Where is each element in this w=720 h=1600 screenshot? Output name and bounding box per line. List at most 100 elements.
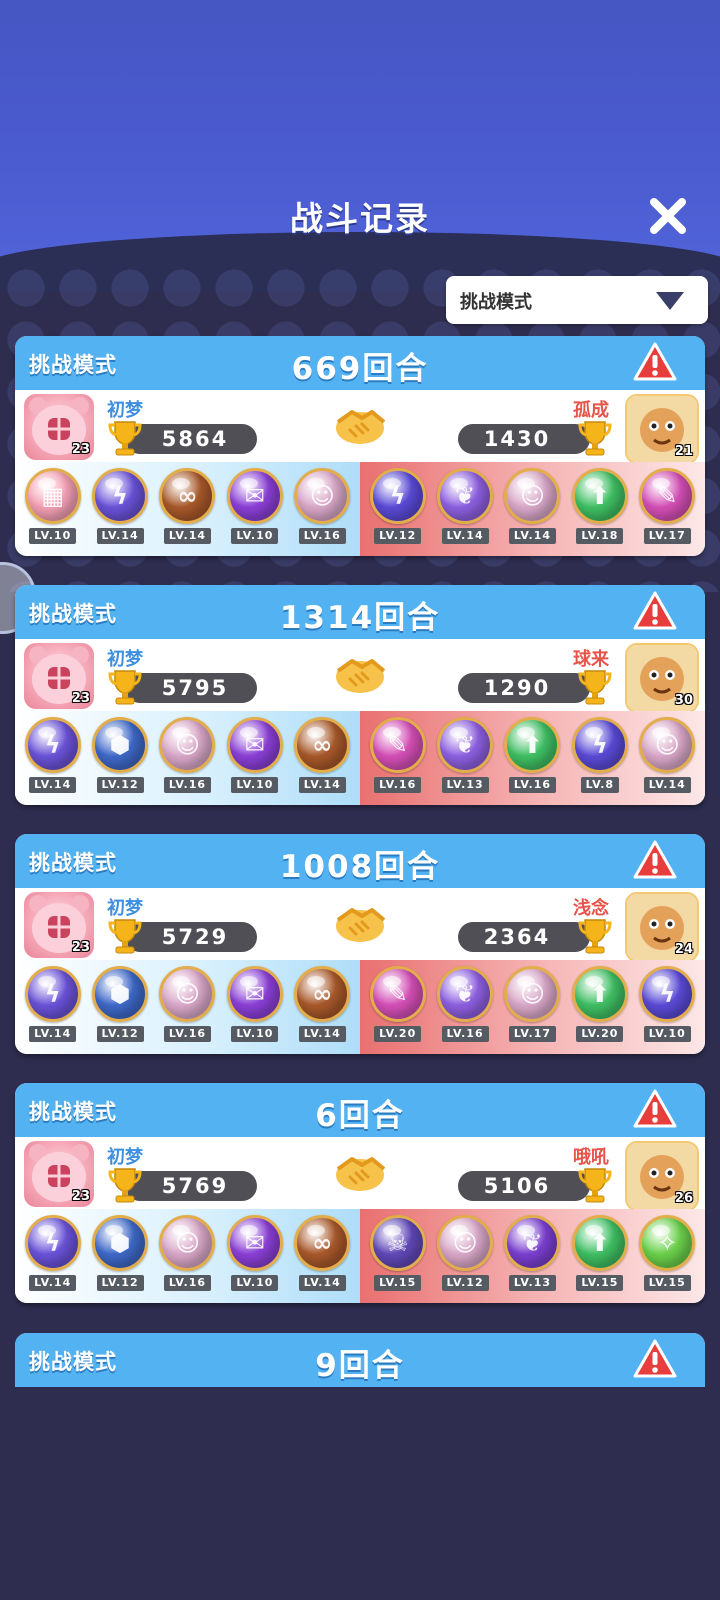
opponent-pet-slot[interactable]: ϟ LV.8 xyxy=(569,711,631,793)
my-pet-slot[interactable]: ☺ LV.16 xyxy=(156,1209,218,1291)
opponent-pet-slot[interactable]: ✎ LV.16 xyxy=(367,711,429,793)
opponent-pet-slot[interactable]: ✎ LV.17 xyxy=(636,462,698,544)
mode-filter-dropdown[interactable]: 挑战模式 xyxy=(446,276,708,324)
my-pet-slot[interactable]: ☺ LV.16 xyxy=(156,711,218,793)
my-pet-slot[interactable]: ✉ LV.10 xyxy=(224,1209,286,1291)
my-pet-slot[interactable]: ⬢ LV.12 xyxy=(89,960,151,1042)
my-avatar[interactable]: 23 xyxy=(24,643,94,709)
my-avatar[interactable]: 23 xyxy=(24,1141,94,1207)
filter-selected-value: 挑战模式 xyxy=(460,292,532,313)
opponent-avatar[interactable]: 30 xyxy=(625,643,699,713)
pet-orb-icon: ☺ xyxy=(437,1215,494,1271)
opponent-pet-slot[interactable]: ✎ LV.20 xyxy=(367,960,429,1042)
pet-orb-icon: ⬢ xyxy=(92,966,149,1022)
pet-orb-icon: ✉ xyxy=(226,717,283,773)
handshake-icon xyxy=(336,410,386,444)
opponent-trophy-score: 1290 xyxy=(458,673,590,703)
report-warning-icon[interactable] xyxy=(633,1339,677,1379)
my-pet-slot[interactable]: ∞ LV.14 xyxy=(291,960,353,1042)
pet-orb-icon: ϟ xyxy=(369,468,426,524)
teams-row: ▦ LV.10 ϟ LV.14 ∞ LV.14 ✉ LV.10 ☺ LV.16 ϟ LV.12 ❦ LV… xyxy=(15,462,705,556)
my-pet-slot[interactable]: ✉ LV.10 xyxy=(224,462,286,544)
battle-record-card[interactable]: 挑战模式 9回合 xyxy=(15,1333,705,1387)
opponent-team: ✎ LV.20 ❦ LV.16 ☺ LV.17 ⬆ LV.20 ϟ LV.10 xyxy=(360,960,705,1054)
handshake-icon xyxy=(336,1157,386,1191)
pet-orb-icon: ☺ xyxy=(294,468,351,524)
my-pet-slot[interactable]: ⬢ LV.12 xyxy=(89,711,151,793)
my-pet-slot[interactable]: ✉ LV.10 xyxy=(224,960,286,1042)
my-pet-slot[interactable]: ϟ LV.14 xyxy=(22,1209,84,1291)
opponent-avatar[interactable]: 21 xyxy=(625,394,699,464)
opponent-pet-slot[interactable]: ☠ LV.15 xyxy=(367,1209,429,1291)
report-warning-icon[interactable] xyxy=(633,591,677,631)
my-trophy-score: 5864 xyxy=(125,424,257,454)
pet-orb-icon: ✎ xyxy=(369,717,426,773)
pet-orb-icon: ∞ xyxy=(294,1215,351,1271)
orb-shine xyxy=(37,727,56,738)
opponent-pet-slot[interactable]: ϟ LV.12 xyxy=(367,462,429,544)
opponent-pet-slot[interactable]: ❦ LV.14 xyxy=(434,462,496,544)
opponent-avatar[interactable]: 24 xyxy=(625,892,699,962)
opponent-pet-slot[interactable]: ⬆ LV.16 xyxy=(501,711,563,793)
battle-record-card[interactable]: 挑战模式 6回合 23 初梦 5769 哦吼 5106 26 ϟ LV.14 ⬢… xyxy=(15,1083,705,1303)
my-pet-slot[interactable]: ✉ LV.10 xyxy=(224,711,286,793)
opponent-pet-slot[interactable]: ☺ LV.14 xyxy=(636,711,698,793)
my-pet-slot[interactable]: ☺ LV.16 xyxy=(291,462,353,544)
pet-level-label: LV.13 xyxy=(508,1275,556,1291)
battle-record-card[interactable]: 挑战模式 669回合 23 初梦 5864 孤成 1430 21 ▦ LV.10… xyxy=(15,336,705,556)
players-row: 23 初梦 5795 球来 1290 30 xyxy=(15,639,705,713)
opponent-pet-slot[interactable]: ☺ LV.17 xyxy=(501,960,563,1042)
my-avatar[interactable]: 23 xyxy=(24,892,94,958)
my-pet-slot[interactable]: ϟ LV.14 xyxy=(89,462,151,544)
battle-record-card[interactable]: 挑战模式 1314回合 23 初梦 5795 球来 1290 30 ϟ LV.1… xyxy=(15,585,705,805)
report-warning-icon[interactable] xyxy=(633,1089,677,1129)
orb-shine xyxy=(239,1225,258,1236)
pet-level-label: LV.12 xyxy=(374,528,422,544)
pet-level-label: LV.14 xyxy=(298,777,346,793)
report-warning-icon[interactable] xyxy=(633,342,677,382)
pet-orb-icon: ☺ xyxy=(159,966,216,1022)
pet-level-label: LV.17 xyxy=(643,528,691,544)
battle-record-card[interactable]: 挑战模式 1008回合 23 初梦 5729 浅念 2364 24 ϟ LV.1… xyxy=(15,834,705,1054)
opponent-avatar[interactable]: 26 xyxy=(625,1141,699,1211)
orb-shine xyxy=(584,727,603,738)
opponent-pet-slot[interactable]: ☺ LV.14 xyxy=(501,462,563,544)
opponent-pet-slot[interactable]: ⬆ LV.20 xyxy=(569,960,631,1042)
trophy-icon xyxy=(108,421,142,456)
opponent-pet-slot[interactable]: ☺ LV.12 xyxy=(434,1209,496,1291)
pet-level-label: LV.14 xyxy=(643,777,691,793)
my-avatar[interactable]: 23 xyxy=(24,394,94,460)
pet-level-label: LV.14 xyxy=(96,528,144,544)
pet-orb-icon: ⬆ xyxy=(571,1215,628,1271)
teams-row: ϟ LV.14 ⬢ LV.12 ☺ LV.16 ✉ LV.10 ∞ LV.14 ✎ LV.16 ❦ LV… xyxy=(15,711,705,805)
my-pet-slot[interactable]: ϟ LV.14 xyxy=(22,711,84,793)
pet-level-label: LV.15 xyxy=(374,1275,422,1291)
opponent-pet-slot[interactable]: ϟ LV.10 xyxy=(636,960,698,1042)
my-pet-slot[interactable]: ▦ LV.10 xyxy=(22,462,84,544)
opponent-team: ☠ LV.15 ☺ LV.12 ❦ LV.13 ⬆ LV.15 ✧ LV.15 xyxy=(360,1209,705,1303)
pet-level-label: LV.18 xyxy=(576,528,624,544)
pet-level-label: LV.20 xyxy=(374,1026,422,1042)
report-warning-icon[interactable] xyxy=(633,840,677,880)
orb-shine xyxy=(37,976,56,987)
players-row: 23 初梦 5769 哦吼 5106 26 xyxy=(15,1137,705,1211)
close-button[interactable] xyxy=(648,196,688,236)
pet-orb-icon: ☺ xyxy=(504,966,561,1022)
pet-level-label: LV.14 xyxy=(298,1275,346,1291)
my-pet-slot[interactable]: ☺ LV.16 xyxy=(156,960,218,1042)
opponent-pet-slot[interactable]: ❦ LV.16 xyxy=(434,960,496,1042)
my-pet-slot[interactable]: ∞ LV.14 xyxy=(291,711,353,793)
page-title: 战斗记录 xyxy=(290,199,430,238)
opponent-pet-slot[interactable]: ⬆ LV.18 xyxy=(569,462,631,544)
my-pet-slot[interactable]: ∞ LV.14 xyxy=(291,1209,353,1291)
pet-level-label: LV.17 xyxy=(508,1026,556,1042)
opponent-pet-slot[interactable]: ❦ LV.13 xyxy=(501,1209,563,1291)
my-pet-slot[interactable]: ∞ LV.14 xyxy=(156,462,218,544)
opponent-pet-slot[interactable]: ✧ LV.15 xyxy=(636,1209,698,1291)
opponent-pet-slot[interactable]: ❦ LV.13 xyxy=(434,711,496,793)
my-pet-slot[interactable]: ϟ LV.14 xyxy=(22,960,84,1042)
my-pet-slot[interactable]: ⬢ LV.12 xyxy=(89,1209,151,1291)
trophy-icon xyxy=(108,1168,142,1203)
pet-level-label: LV.14 xyxy=(508,528,556,544)
opponent-pet-slot[interactable]: ⬆ LV.15 xyxy=(569,1209,631,1291)
